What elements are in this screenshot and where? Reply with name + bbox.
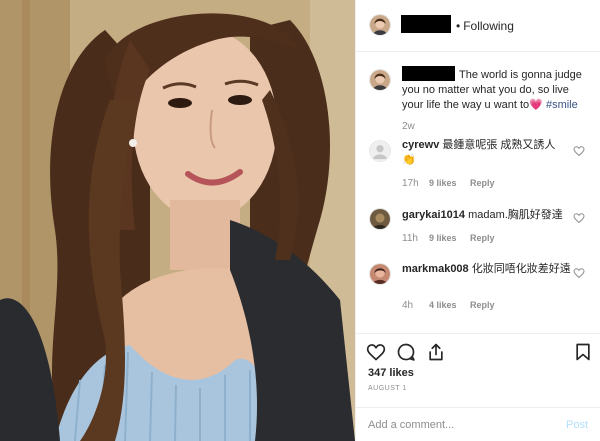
comment-composer: Post xyxy=(356,407,600,441)
heart-outline-icon[interactable] xyxy=(366,342,386,362)
bookmark-icon[interactable] xyxy=(573,342,593,362)
post-actions: 347 likes AUGUST 1 Post xyxy=(356,333,600,441)
redacted-username[interactable] xyxy=(401,15,451,33)
comment-like-icon[interactable] xyxy=(573,267,585,279)
post-comment-button[interactable]: Post xyxy=(566,419,588,431)
comment-username[interactable]: cyrewv xyxy=(402,139,439,151)
comment-likes[interactable]: 9 likes xyxy=(429,178,470,188)
post-header: • Following xyxy=(356,0,600,52)
comment-likes[interactable]: 4 likes xyxy=(429,300,470,310)
comment-meta: 11h 9 likes Reply xyxy=(402,233,495,244)
comment-meta: 17h 9 likes Reply xyxy=(402,178,495,189)
comment-text: markmak008 化妝同唔化妝差好遠 xyxy=(402,262,572,277)
comment-text: cyrewv 最鍾意呢張 成熟又誘人 👏 xyxy=(402,138,572,168)
following-label: Following xyxy=(463,19,514,33)
post-side-panel: • Following The world is gonna judge you … xyxy=(355,0,600,441)
clap-emoji: 👏 xyxy=(402,154,416,166)
reply-button[interactable]: Reply xyxy=(470,233,495,243)
comment-body: madam.胸肌好發達 xyxy=(468,209,563,221)
hashtag-link[interactable]: #smile xyxy=(546,99,578,111)
comment-like-icon[interactable] xyxy=(573,212,585,224)
speech-bubble-icon[interactable] xyxy=(396,342,416,362)
follow-status[interactable]: • Following xyxy=(456,19,514,33)
post-photo[interactable] xyxy=(0,0,355,441)
comment-time[interactable]: 17h xyxy=(402,178,429,189)
reply-button[interactable]: Reply xyxy=(470,300,495,310)
comment-body: 化妝同唔化妝差好遠 xyxy=(471,263,571,275)
comment-time[interactable]: 4h xyxy=(402,300,429,311)
selfie-illustration xyxy=(0,0,355,441)
commenter-avatar[interactable] xyxy=(369,208,391,230)
comment-meta: 4h 4 likes Reply xyxy=(402,300,495,311)
comment-text: garykai1014 madam.胸肌好發達 xyxy=(402,208,572,223)
comment-username[interactable]: markmak008 xyxy=(402,263,469,275)
author-avatar[interactable] xyxy=(369,14,391,36)
pink-heart-emoji: 💗 xyxy=(529,99,543,111)
post-date: AUGUST 1 xyxy=(368,385,407,392)
add-comment-input[interactable] xyxy=(368,417,558,433)
commenter-avatar[interactable] xyxy=(369,140,391,162)
share-icon[interactable] xyxy=(426,342,446,362)
caption-author-avatar[interactable] xyxy=(369,69,391,91)
separator-dot: • xyxy=(456,19,461,33)
post-age: 2w xyxy=(402,121,415,132)
likes-count[interactable]: 347 likes xyxy=(368,367,414,379)
reply-button[interactable]: Reply xyxy=(470,178,495,188)
comment-like-icon[interactable] xyxy=(573,145,585,157)
commenter-avatar[interactable] xyxy=(369,263,391,285)
post-caption: The world is gonna judge you no matter w… xyxy=(402,68,584,113)
comment-likes[interactable]: 9 likes xyxy=(429,233,470,243)
comment-time[interactable]: 11h xyxy=(402,233,429,244)
comment-body: 最鍾意呢張 成熟又誘人 xyxy=(442,139,556,151)
comment-username[interactable]: garykai1014 xyxy=(402,209,465,221)
